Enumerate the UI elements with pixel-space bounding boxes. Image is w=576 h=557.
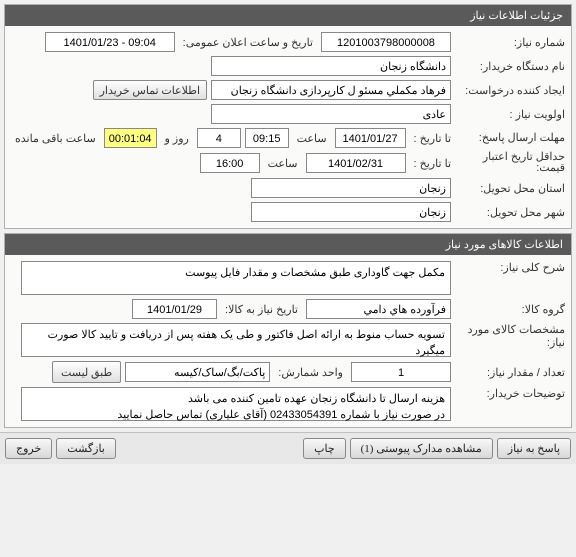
- buyer-field: دانشگاه زنجان: [211, 56, 451, 76]
- requester-label: ایجاد کننده درخواست:: [455, 84, 565, 97]
- per-list-button[interactable]: طبق لیست: [52, 361, 121, 383]
- need-no-field: 1201003798000008: [321, 32, 451, 52]
- price-date-field: 1401/02/31: [306, 153, 406, 173]
- announce-datetime-field: 1401/01/23 - 09:04: [45, 32, 175, 52]
- priority-field: عادی: [211, 104, 451, 124]
- respond-button[interactable]: پاسخ به نیاز: [497, 438, 571, 459]
- announce-label: تاریخ و ساعت اعلان عمومی:: [179, 36, 317, 49]
- resp-date-field: 1401/01/27: [335, 128, 406, 148]
- footer-toolbar: پاسخ به نیاز مشاهده مدارک پیوستی (1) چاپ…: [0, 432, 576, 464]
- exit-button[interactable]: خروج: [5, 438, 52, 459]
- panel1-title: جزئیات اطلاعات نیاز: [5, 5, 571, 26]
- need-date-label: تاریخ نیاز به کالا:: [221, 303, 302, 316]
- resp-deadline-label: مهلت ارسال پاسخ:: [455, 133, 565, 144]
- goods-info-panel: اطلاعات کالاهای مورد نیاز شرح کلی نیاز: …: [4, 233, 572, 428]
- desc-field: مکمل جهت گاوداری طبق مشخصات و مقدار فایل…: [21, 261, 451, 295]
- footer-spacer: [120, 438, 299, 459]
- panel1-body: شماره نیاز: 1201003798000008 تاریخ و ساع…: [5, 26, 571, 228]
- need-details-panel: جزئیات اطلاعات نیاز شماره نیاز: 12010037…: [4, 4, 572, 229]
- view-attachments-button[interactable]: مشاهده مدارک پیوستی (1): [350, 438, 493, 459]
- price-time-field: 16:00: [200, 153, 260, 173]
- notes-field: هزینه ارسال تا دانشگاه زنجان عهده تامین …: [21, 387, 451, 421]
- province-label: استان محل تحویل:: [455, 182, 565, 195]
- price-until-label: تا تاریخ :: [410, 157, 451, 170]
- back-button[interactable]: بازگشت: [56, 438, 116, 459]
- remain-label: ساعت باقی مانده: [11, 132, 100, 145]
- qty-field: 1: [351, 362, 451, 382]
- need-no-label: شماره نیاز:: [455, 36, 565, 49]
- resp-until-label: تا تاریخ :: [410, 132, 451, 145]
- print-button[interactable]: چاپ: [303, 438, 346, 459]
- countdown-field: 00:01:04: [104, 128, 157, 148]
- unit-label: واحد شمارش:: [274, 366, 347, 379]
- panel2-body: شرح کلی نیاز: مکمل جهت گاوداری طبق مشخصا…: [5, 255, 571, 427]
- need-date-field: 1401/01/29: [132, 299, 217, 319]
- group-field: فرآورده هاي دامي: [306, 299, 451, 319]
- buyer-contact-button[interactable]: اطلاعات تماس خریدار: [93, 80, 207, 100]
- requester-field: فرهاد مكملي مسئو ل کارپردازی دانشگاه زنج…: [211, 80, 451, 100]
- desc-label: شرح کلی نیاز:: [455, 261, 565, 274]
- price-valid-label: حداقل تاریخ اعتبار قیمت:: [455, 152, 565, 174]
- resp-time-label: ساعت: [293, 132, 331, 145]
- days-label: روز و: [161, 132, 193, 145]
- resp-time-field: 09:15: [245, 128, 289, 148]
- spec-label: مشخصات کالای مورد نیاز:: [455, 323, 565, 349]
- buyer-label: نام دستگاه خریدار:: [455, 60, 565, 73]
- unit-field: پاکت/بگ/ساک/کیسه: [125, 362, 270, 382]
- spec-field: تسویه حساب منوط به ارائه اصل فاکتور و طی…: [21, 323, 451, 357]
- panel2-title: اطلاعات کالاهای مورد نیاز: [5, 234, 571, 255]
- province-field: زنجان: [251, 178, 451, 198]
- qty-label: تعداد / مقدار نیاز:: [455, 366, 565, 379]
- days-field: 4: [197, 128, 241, 148]
- priority-label: اولویت نیاز :: [455, 108, 565, 121]
- city-field: زنجان: [251, 202, 451, 222]
- city-label: شهر محل تحویل:: [455, 206, 565, 219]
- group-label: گروه کالا:: [455, 303, 565, 316]
- notes-label: توضیحات خریدار:: [455, 387, 565, 400]
- price-time-label: ساعت: [264, 157, 302, 170]
